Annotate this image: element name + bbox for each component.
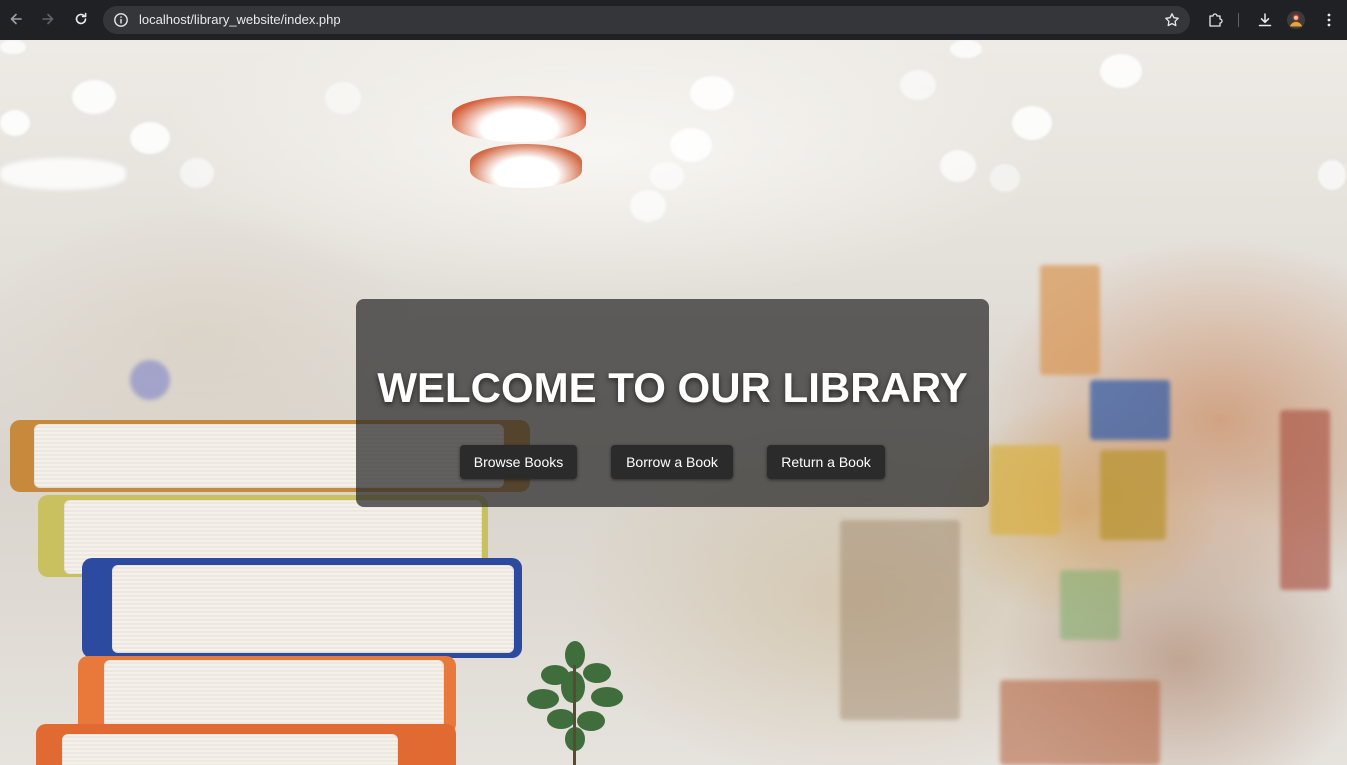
arrow-left-icon	[10, 13, 22, 25]
bookshelf-blur	[1280, 410, 1330, 590]
bokeh-light	[72, 80, 116, 114]
kebab-menu-icon	[1327, 13, 1331, 27]
bookshelf-blur	[840, 520, 960, 720]
downloads-button[interactable]	[1255, 10, 1275, 30]
bokeh-light	[990, 164, 1020, 192]
bokeh-light	[940, 150, 976, 182]
bokeh-light	[630, 190, 666, 222]
arrow-right-icon	[42, 13, 54, 25]
borrow-book-button[interactable]: Borrow a Book	[611, 445, 733, 479]
book-pages	[112, 565, 514, 653]
bookshelf-blur	[990, 445, 1060, 535]
back-button[interactable]	[5, 8, 27, 30]
bokeh-light	[0, 110, 30, 136]
browse-books-button[interactable]: Browse Books	[460, 445, 577, 479]
ceiling-light	[0, 158, 126, 190]
bookshelf-blur	[1100, 450, 1166, 540]
bokeh-light	[325, 82, 361, 114]
bookshelf-blur	[1090, 380, 1170, 440]
bokeh-light	[650, 162, 684, 190]
browser-toolbar: localhost/library_website/index.php	[0, 0, 1347, 40]
bokeh-light	[900, 70, 936, 100]
menu-button[interactable]	[1319, 10, 1339, 30]
pendant-lamp	[470, 144, 582, 188]
bookshelf-blur	[1060, 570, 1120, 640]
book-pages	[104, 660, 444, 730]
profile-avatar-icon	[1287, 11, 1305, 29]
plant-image	[527, 641, 623, 765]
forward-button[interactable]	[37, 8, 59, 30]
bokeh-light	[1012, 106, 1052, 140]
bokeh-light	[690, 76, 734, 110]
bookshelf-blur	[130, 360, 170, 400]
reload-icon	[75, 12, 87, 25]
bookshelf-blur	[1000, 680, 1160, 765]
bookshelf-blur	[1040, 265, 1100, 375]
extensions-button[interactable]	[1205, 10, 1225, 30]
bokeh-light	[130, 122, 170, 154]
bokeh-light	[1100, 54, 1142, 88]
hero-card: WELCOME TO OUR LIBRARY Browse Books Borr…	[356, 299, 989, 507]
star-icon[interactable]	[1164, 12, 1180, 28]
bokeh-light	[670, 128, 712, 162]
book-pages	[62, 734, 398, 765]
bokeh-light	[1318, 160, 1346, 190]
puzzle-icon	[1209, 13, 1223, 27]
pendant-lamp	[452, 96, 586, 142]
download-icon	[1258, 13, 1272, 27]
info-icon[interactable]	[113, 12, 129, 28]
return-book-button[interactable]: Return a Book	[767, 445, 885, 479]
url-text[interactable]: localhost/library_website/index.php	[139, 12, 341, 28]
address-bar[interactable]: localhost/library_website/index.php	[103, 6, 1190, 34]
reload-button[interactable]	[70, 8, 92, 30]
bokeh-light	[180, 158, 214, 188]
page-title: WELCOME TO OUR LIBRARY	[377, 364, 968, 411]
avatar[interactable]	[1286, 10, 1306, 30]
page-background: WELCOME TO OUR LIBRARY Browse Books Borr…	[0, 40, 1347, 765]
bokeh-light	[950, 40, 982, 58]
toolbar-divider	[1238, 13, 1239, 27]
bokeh-light	[0, 40, 26, 54]
